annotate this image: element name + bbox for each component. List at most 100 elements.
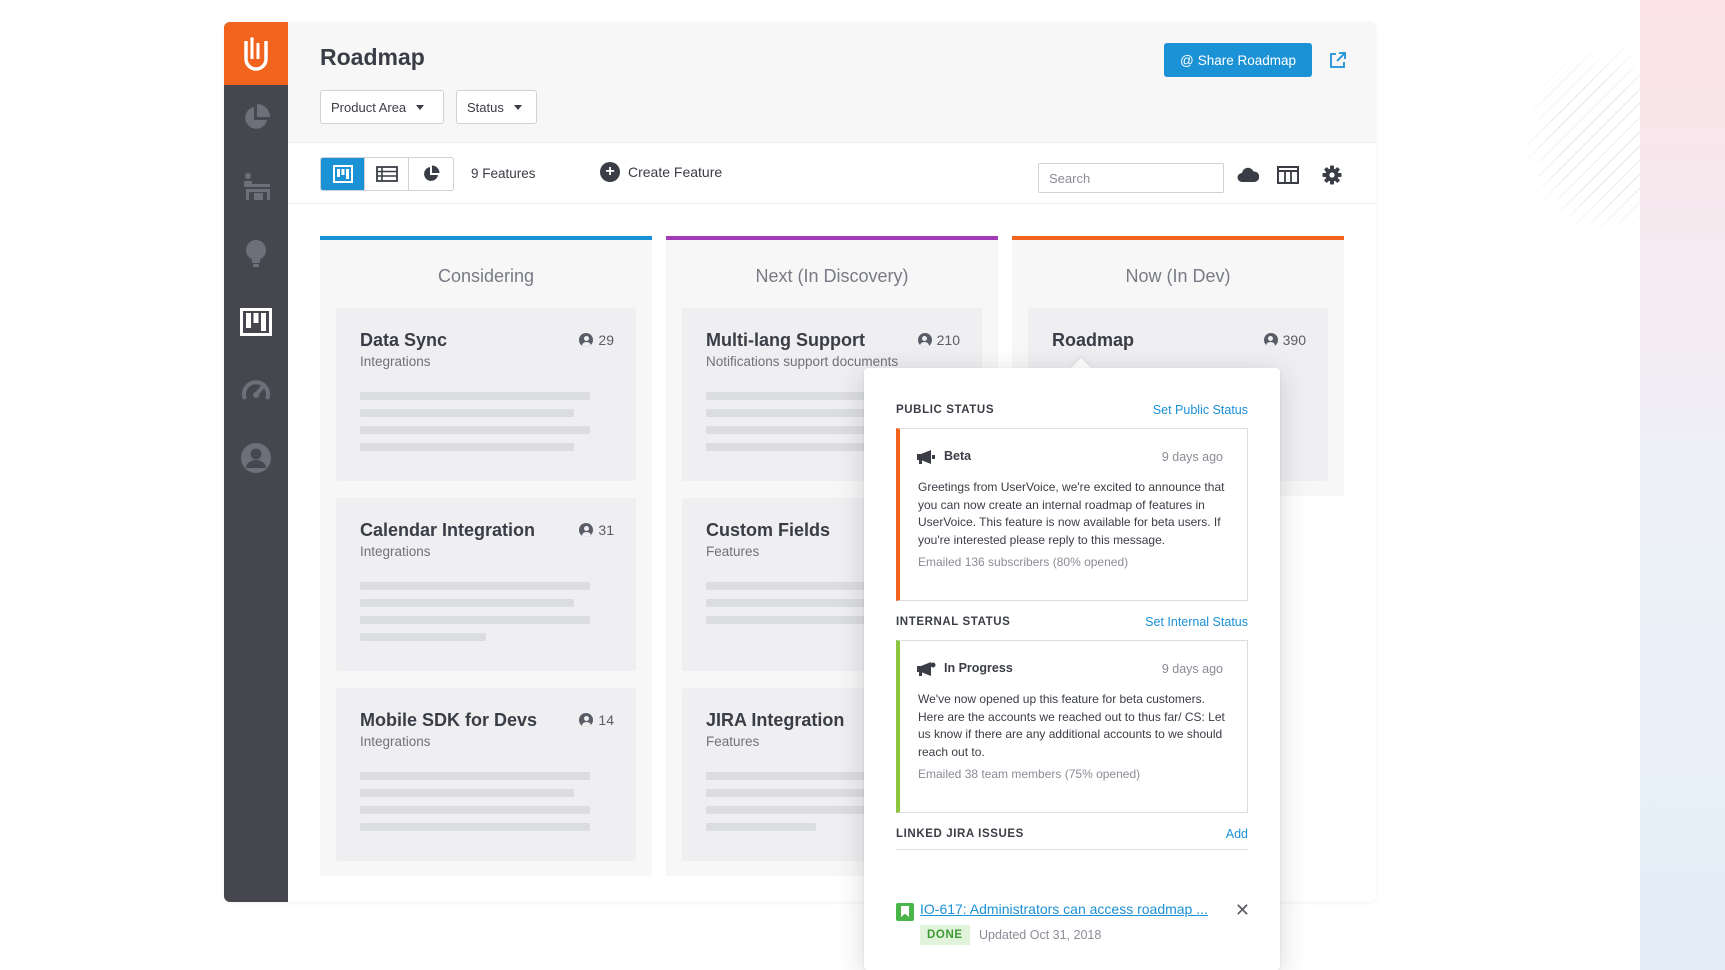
board-view-button[interactable] bbox=[321, 158, 365, 190]
gear-icon[interactable] bbox=[1320, 165, 1344, 185]
pie-chart-icon bbox=[424, 165, 440, 181]
feature-card[interactable]: Mobile SDK for Devs Integrations 14 bbox=[336, 688, 636, 861]
feature-card[interactable]: Data Sync Integrations 29 bbox=[336, 308, 636, 481]
public-status-time: 9 days ago bbox=[1161, 450, 1223, 464]
card-votes: 14 bbox=[579, 712, 614, 728]
cloud-icon[interactable] bbox=[1236, 165, 1260, 185]
share-roadmap-button[interactable]: @ Share Roadmap bbox=[1164, 43, 1312, 77]
feature-card[interactable]: Calendar Integration Integrations 31 bbox=[336, 498, 636, 671]
roadmap-board-icon[interactable] bbox=[240, 306, 272, 338]
public-status-email-stats: Emailed 136 subscribers (80% opened) bbox=[918, 555, 1129, 569]
search-input[interactable] bbox=[1038, 163, 1224, 193]
internal-status-label: In Progress bbox=[944, 661, 1013, 675]
card-votes: 31 bbox=[579, 522, 614, 538]
share-roadmap-label: Share Roadmap bbox=[1197, 52, 1297, 68]
feature-count: 9 Features bbox=[471, 166, 536, 181]
status-filter[interactable]: Status bbox=[456, 90, 537, 124]
public-status-label: Beta bbox=[944, 449, 972, 463]
lightbulb-icon[interactable] bbox=[240, 238, 272, 270]
card-subtitle: Notifications support documents bbox=[706, 354, 899, 369]
caret-down-icon bbox=[416, 104, 425, 110]
column-title: Next (In Discovery) bbox=[755, 266, 909, 286]
column-title: Considering bbox=[437, 266, 535, 286]
chart-view-button[interactable] bbox=[409, 158, 453, 190]
vote-count: 31 bbox=[598, 522, 614, 538]
page-title: Roadmap bbox=[320, 44, 425, 70]
gauge-icon[interactable] bbox=[240, 374, 272, 406]
status-filter-label: Status bbox=[467, 99, 504, 115]
feature-status-popover: PUBLIC STATUS Set Public Status Beta 9 d… bbox=[864, 368, 1280, 970]
jira-status-badge: DONE bbox=[920, 925, 970, 945]
divider bbox=[896, 849, 1248, 850]
product-area-filter[interactable]: Product Area bbox=[320, 90, 444, 124]
sidebar bbox=[224, 22, 288, 902]
decorative-dash-pattern bbox=[1520, 40, 1640, 240]
user-icon bbox=[1263, 333, 1278, 347]
megaphone-icon bbox=[917, 450, 935, 464]
placeholder-line bbox=[360, 806, 590, 814]
card-subtitle: Integrations bbox=[360, 354, 431, 369]
internal-status-message: We've now opened up this feature for bet… bbox=[918, 692, 1225, 759]
user-icon bbox=[579, 713, 594, 727]
placeholder-line bbox=[360, 443, 574, 451]
column-title: Now (In Dev) bbox=[1125, 266, 1231, 286]
list-view-button[interactable] bbox=[365, 158, 409, 190]
set-internal-status-link[interactable]: Set Internal Status bbox=[1145, 615, 1248, 629]
user-icon bbox=[579, 333, 594, 347]
create-feature-label: Create Feature bbox=[628, 164, 723, 180]
card-title: Mobile SDK for Devs bbox=[360, 710, 538, 730]
internal-status-card: In Progress 9 days ago We've now opened … bbox=[896, 640, 1248, 813]
placeholder-line bbox=[360, 633, 486, 641]
public-status-card: Beta 9 days ago Greetings from UserVoice… bbox=[896, 428, 1248, 601]
user-icon bbox=[579, 523, 594, 537]
card-title: Calendar Integration bbox=[360, 520, 536, 540]
column-considering: Considering Data Sync Integrations 29 Ca… bbox=[320, 236, 652, 876]
card-subtitle: Integrations bbox=[360, 734, 431, 749]
card-votes: 390 bbox=[1263, 332, 1306, 348]
internal-status-email-stats: Emailed 38 team members (75% opened) bbox=[918, 767, 1141, 781]
placeholder-line bbox=[360, 409, 574, 417]
storefront-icon[interactable] bbox=[240, 170, 272, 202]
product-area-filter-label: Product Area bbox=[331, 99, 407, 115]
jira-bookmark-icon bbox=[896, 903, 914, 921]
card-title: Data Sync bbox=[360, 330, 448, 350]
logo-icon bbox=[244, 36, 268, 71]
jira-issue-link[interactable]: IO-617: Administrators can access roadma… bbox=[920, 901, 1208, 917]
placeholder-line bbox=[360, 772, 590, 780]
placeholder-line bbox=[360, 599, 574, 607]
internal-status-time: 9 days ago bbox=[1161, 662, 1223, 676]
board-view-icon bbox=[332, 165, 353, 183]
linked-jira-heading: LINKED JIRA ISSUES bbox=[896, 828, 1024, 840]
at-icon: @ bbox=[1179, 52, 1194, 68]
caret-down-icon bbox=[513, 104, 522, 110]
uservoice-logo[interactable] bbox=[224, 22, 288, 85]
card-title: Roadmap bbox=[1052, 330, 1135, 350]
card-votes: 210 bbox=[917, 332, 960, 348]
external-link-icon[interactable] bbox=[1328, 50, 1348, 70]
public-status-message: Greetings from UserVoice, we're excited … bbox=[918, 480, 1225, 547]
card-subtitle: Integrations bbox=[360, 544, 431, 559]
close-icon[interactable]: ✕ bbox=[1235, 901, 1250, 919]
vote-count: 14 bbox=[598, 712, 614, 728]
toolbar: 9 Features + Create Feature bbox=[288, 142, 1376, 204]
card-title: Custom Fields bbox=[706, 520, 831, 540]
megaphone-icon bbox=[917, 662, 936, 676]
plus-circle-icon: + bbox=[600, 162, 620, 182]
set-public-status-link[interactable]: Set Public Status bbox=[1153, 403, 1248, 417]
placeholder-line bbox=[360, 616, 590, 624]
vote-count: 29 bbox=[598, 332, 614, 348]
columns-icon[interactable] bbox=[1276, 165, 1300, 185]
card-title: JIRA Integration bbox=[706, 710, 845, 730]
placeholder-line bbox=[360, 392, 590, 400]
pie-chart-icon[interactable] bbox=[240, 102, 272, 134]
user-circle-icon[interactable] bbox=[240, 442, 272, 474]
placeholder-line bbox=[706, 823, 816, 831]
placeholder-line bbox=[360, 823, 590, 831]
list-view-icon bbox=[375, 166, 398, 182]
create-feature-button[interactable]: + Create Feature bbox=[600, 162, 722, 182]
jira-updated-text: Updated Oct 31, 2018 bbox=[979, 928, 1102, 942]
add-jira-link[interactable]: Add bbox=[1226, 827, 1248, 841]
placeholder-line bbox=[360, 426, 590, 434]
placeholder-line bbox=[360, 582, 590, 590]
header: Roadmap Product Area Status @ Share Road… bbox=[288, 22, 1376, 142]
